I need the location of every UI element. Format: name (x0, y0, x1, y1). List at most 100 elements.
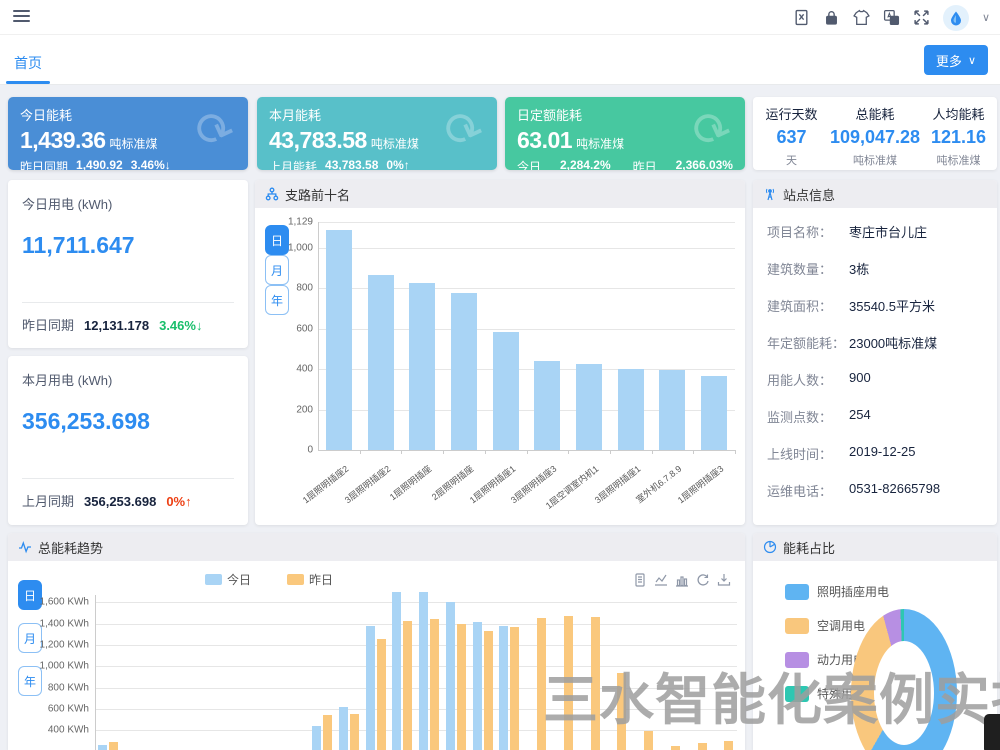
kpi-running-days: 运行天数 637 天 (753, 97, 830, 170)
maintenance-icon[interactable] (793, 9, 810, 26)
site-info-row: 年定额能耗：23000吨标准煤 (767, 333, 987, 352)
site-info-label: 建筑数量： (767, 259, 849, 278)
y-axis-tick: 1,200 KWh (29, 640, 89, 651)
language-icon[interactable] (883, 9, 900, 26)
menu-icon[interactable] (13, 10, 30, 24)
month-electricity-card: 本月用电 (kWh) 356,253.698 上月同期 356,253.698 … (8, 356, 248, 525)
site-info-label: 建筑面积： (767, 296, 849, 315)
x-axis-tickmark (443, 450, 444, 454)
gridline (95, 602, 737, 603)
card-sub-change: 3.46%↓ (131, 158, 171, 170)
x-axis-label: 2层照明插座 (395, 462, 476, 525)
site-info-value: 枣庄市台儿庄 (849, 222, 927, 241)
kpi-total-energy: 总能耗 109,047.28 吨标准煤 (830, 97, 920, 170)
y-axis-tick: 400 KWh (29, 725, 89, 736)
x-axis-tickmark (693, 450, 694, 454)
card-unit: 吨标准煤 (576, 137, 624, 151)
y-axis-line (95, 595, 96, 750)
x-axis-tickmark (401, 450, 402, 454)
more-button[interactable]: 更多 ∨ (924, 45, 988, 75)
x-axis-tickmark (735, 450, 736, 454)
branch-top10-panel: 支路前十名 日月年 02004006008001,0001,1291层照明插座2… (255, 180, 745, 525)
kpi-value: 121.16 (920, 127, 997, 148)
app-logo-avatar[interactable] (943, 5, 969, 31)
branch-bar (659, 370, 685, 450)
trend-bar-昨日 (537, 618, 546, 750)
gridline (318, 222, 735, 223)
card-sub-label: 上月能耗 (269, 158, 317, 170)
x-axis-label: 1层照明插座2 (270, 462, 351, 525)
gridline (95, 688, 737, 689)
tab-home[interactable]: 首页 (14, 53, 42, 73)
ratio-legend-照明插座用电[interactable]: 照明插座用电 (785, 583, 889, 600)
energy-ratio-donut[interactable] (851, 609, 957, 750)
ratio-legend-label: 照明插座用电 (817, 583, 889, 600)
kpi-panel: 运行天数 637 天 总能耗 109,047.28 吨标准煤 人均能耗 121.… (753, 97, 997, 170)
trend-bar-昨日 (323, 715, 332, 750)
floating-corner-widget[interactable] (984, 714, 1000, 750)
card-sub-label2: 昨日占比: (633, 158, 668, 170)
ratio-legend-label: 空调用电 (817, 617, 865, 634)
usage-title: 本月用电 (kWh) (22, 370, 112, 389)
trend-bar-今日 (366, 626, 375, 750)
trend-bar-昨日 (617, 673, 626, 750)
site-info-value: 254 (849, 407, 871, 426)
lock-icon[interactable] (823, 9, 840, 26)
x-axis-tickmark (568, 450, 569, 454)
site-info-value: 23000吨标准煤 (849, 333, 937, 352)
fullscreen-icon[interactable] (913, 9, 930, 26)
gridline (318, 248, 735, 249)
site-info-row: 运维电话：0531-82665798 (767, 481, 987, 500)
card-quota-energy: 日定额能耗 63.01吨标准煤 今日占比:2,284.2%昨日占比:2,366.… (505, 97, 745, 170)
gridline (95, 730, 737, 731)
site-info-value: 0531-82665798 (849, 481, 940, 500)
kpi-unit: 吨标准煤 (920, 152, 997, 168)
trend-bar-今日 (419, 592, 428, 750)
usage-title: 今日用电 (kWh) (22, 194, 112, 213)
card-value: 43,783.58 (269, 127, 367, 153)
trend-bar-昨日 (403, 621, 412, 750)
site-info-value: 3栋 (849, 259, 869, 278)
y-axis-tick: 0 (255, 445, 313, 456)
donut-hole (874, 641, 934, 745)
tabbar: 首页 更多 ∨ (0, 35, 1000, 85)
today-electricity-card: 今日用电 (kWh) 11,711.647 昨日同期 12,131.178 3.… (8, 180, 248, 348)
branch-top10-chart[interactable]: 02004006008001,0001,1291层照明插座23层照明插座21层照… (255, 180, 745, 525)
more-chevron-icon: ∨ (968, 54, 976, 67)
x-axis-label: 室外机6.7.8.9 (604, 462, 685, 525)
ratio-legend-swatch (785, 584, 809, 600)
compare-label: 昨日同期 (22, 315, 74, 334)
compare-change: 0%↑ (166, 494, 191, 509)
ratio-legend-空调用电[interactable]: 空调用电 (785, 617, 865, 634)
site-info-value: 900 (849, 370, 871, 389)
site-info-value: 35540.5平方米 (849, 296, 935, 315)
trend-bar-今日 (473, 622, 482, 750)
chevron-down-icon[interactable]: ∨ (982, 11, 990, 24)
compare-value: 356,253.698 (84, 494, 156, 509)
card-sub-label: 昨日同期 (20, 158, 68, 170)
gridline (95, 624, 737, 625)
gridline (95, 645, 737, 646)
kpi-label: 总能耗 (830, 104, 920, 123)
theme-icon[interactable] (853, 9, 870, 26)
x-axis-tickmark (360, 450, 361, 454)
y-axis-tick: 1,000 KWh (29, 661, 89, 672)
card-value: 63.01 (517, 127, 572, 153)
y-axis-tick: 600 KWh (29, 704, 89, 715)
site-info-row: 建筑数量：3栋 (767, 259, 987, 278)
trend-chart[interactable]: 400 KWh600 KWh800 KWh1,000 KWh1,200 KWh1… (8, 533, 745, 750)
branch-bar (409, 283, 435, 450)
site-info-row: 监测点数：254 (767, 407, 987, 426)
x-axis-label: 1层照明插座1 (437, 462, 518, 525)
trend-bar-昨日 (644, 731, 653, 750)
trend-bar-今日 (339, 707, 348, 750)
ratio-panel-header: 能耗占比 (753, 533, 997, 561)
compare-value: 12,131.178 (84, 318, 149, 333)
card-sub-value: 43,783.58 (325, 158, 378, 170)
x-axis-tickmark (485, 450, 486, 454)
x-axis-tickmark (527, 450, 528, 454)
x-axis-tickmark (610, 450, 611, 454)
more-button-label: 更多 (936, 51, 962, 70)
ratio-legend-swatch (785, 652, 809, 668)
card-sub-value: 1,490.92 (76, 158, 123, 170)
